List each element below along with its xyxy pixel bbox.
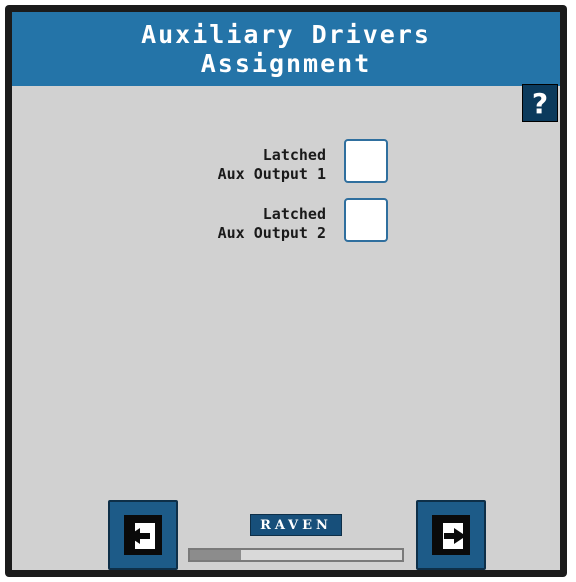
title-line-1: Auxiliary Drivers (141, 20, 431, 49)
previous-page-button[interactable] (108, 500, 178, 570)
progress-bar (188, 548, 404, 562)
option-label-line-1: Latched (262, 146, 326, 164)
help-button[interactable]: ? (522, 84, 558, 122)
option-label-line-2: Aux Output 1 (217, 165, 326, 183)
page-title: Auxiliary Drivers Assignment (12, 12, 560, 86)
page-back-icon (124, 515, 162, 555)
option-label-aux-output-1: Latched Aux Output 1 (218, 146, 326, 184)
option-label-line-1: Latched (262, 205, 326, 223)
page-forward-icon (432, 515, 470, 555)
title-line-2: Assignment (200, 49, 372, 78)
latched-aux-output-1-checkbox[interactable] (344, 139, 388, 183)
option-label-aux-output-2: Latched Aux Output 2 (218, 205, 326, 243)
next-page-button[interactable] (416, 500, 486, 570)
latched-aux-output-2-checkbox[interactable] (344, 198, 388, 242)
option-label-line-2: Aux Output 2 (217, 224, 326, 242)
progress-bar-fill (190, 550, 241, 560)
raven-logo: RAVEN (250, 514, 342, 536)
